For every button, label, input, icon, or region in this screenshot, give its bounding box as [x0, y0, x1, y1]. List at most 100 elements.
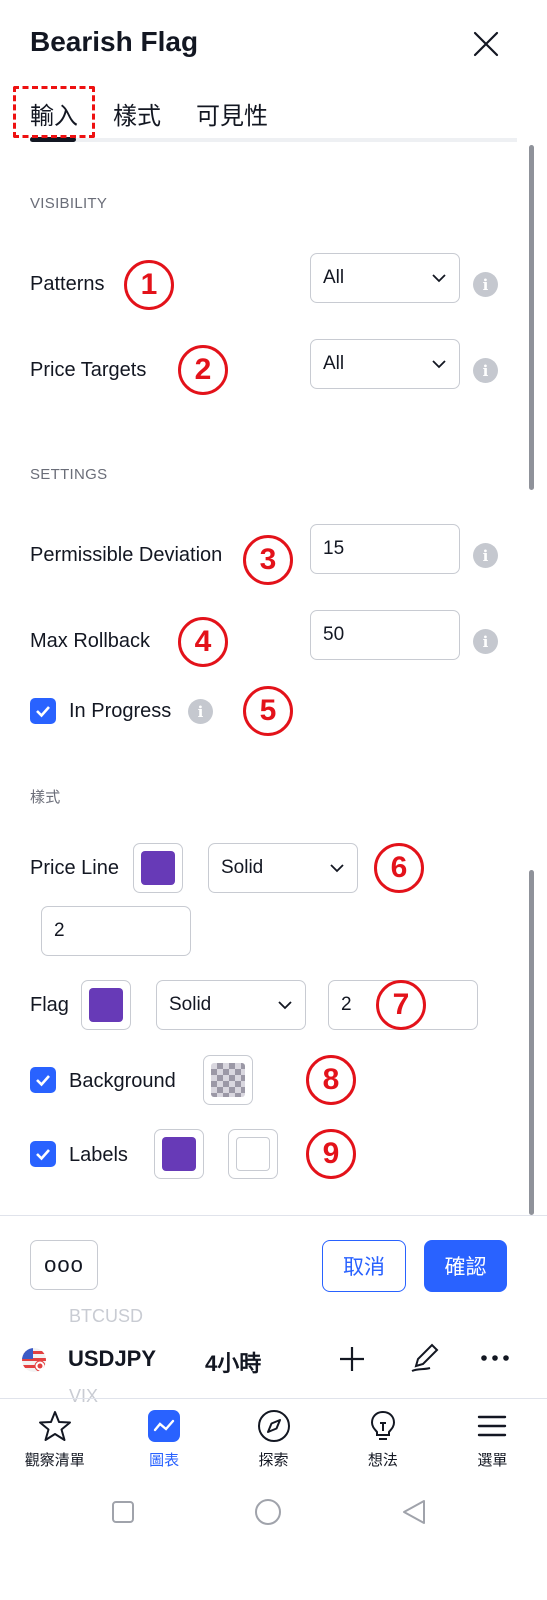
prev-symbol: BTCUSD	[69, 1306, 144, 1326]
lightbulb-icon	[370, 1410, 395, 1440]
highlight-box	[13, 86, 95, 138]
marker-badge-4: 4	[178, 617, 228, 667]
section-visibility-heading: VISIBILITY	[30, 195, 108, 212]
chevron-down-icon	[432, 274, 446, 283]
labels-label: Labels	[69, 1144, 128, 1166]
footer-divider	[0, 1215, 547, 1216]
nav-item-chart[interactable]: 圖表	[109, 1399, 218, 1488]
menu-icon	[478, 1415, 507, 1437]
price-targets-label: Price Targets	[30, 359, 147, 381]
back-icon[interactable]	[400, 1498, 428, 1526]
price-targets-select[interactable]: All	[310, 339, 460, 389]
section-style-heading: 樣式	[30, 789, 61, 806]
marker-badge-3: 3	[243, 535, 293, 585]
chevron-down-icon	[330, 864, 344, 873]
info-icon[interactable]: i	[473, 272, 498, 297]
flag-color-button[interactable]	[81, 980, 131, 1030]
chevron-down-icon	[278, 1001, 292, 1010]
labels-checkbox[interactable]	[30, 1141, 56, 1167]
in-progress-label: In Progress	[69, 700, 172, 722]
checkmark-icon	[36, 1149, 50, 1161]
chevron-down-icon	[432, 360, 446, 369]
background-checkbox[interactable]	[30, 1067, 56, 1093]
tab-style[interactable]: 樣式	[113, 96, 161, 131]
dialog-title: Bearish Flag	[30, 26, 199, 57]
scrollbar-thumb[interactable]	[529, 870, 534, 1215]
background-color-button[interactable]	[203, 1055, 253, 1105]
info-icon[interactable]: i	[188, 699, 213, 724]
permissible-deviation-label: Permissible Deviation	[30, 544, 223, 566]
max-rollback-value: 50	[323, 624, 345, 645]
patterns-label: Patterns	[30, 273, 105, 295]
chart-icon	[148, 1410, 181, 1442]
marker-badge-2: 2	[178, 345, 228, 395]
price-line-width-input[interactable]: 2	[41, 906, 191, 956]
ticker-bar: USDJPY 4小時	[0, 1330, 547, 1386]
marker-badge-1: 1	[124, 260, 174, 310]
info-icon[interactable]: i	[473, 543, 498, 568]
patterns-select[interactable]: All	[310, 253, 460, 303]
in-progress-checkbox[interactable]	[30, 698, 56, 724]
nav-label: 選單	[477, 1452, 508, 1469]
home-icon[interactable]	[254, 1498, 282, 1526]
max-rollback-label: Max Rollback	[30, 630, 151, 652]
nav-item-explore[interactable]: 探索	[219, 1399, 328, 1488]
compass-icon	[257, 1410, 290, 1442]
symbol-button[interactable]: USDJPY	[68, 1346, 156, 1372]
price-line-color-swatch	[141, 851, 175, 885]
info-icon[interactable]: i	[473, 629, 498, 654]
marker-badge-8: 8	[306, 1055, 356, 1105]
interval-button[interactable]: 4小時	[205, 1346, 261, 1378]
bottom-nav: 觀察清單 圖表 探索 想法 選單	[0, 1398, 547, 1488]
price-line-label: Price Line	[30, 857, 119, 879]
recent-apps-icon[interactable]	[111, 1500, 135, 1524]
confirm-button[interactable]: 確認	[424, 1240, 507, 1292]
more-options-button[interactable]: ooo	[30, 1240, 98, 1290]
checkmark-icon	[36, 706, 50, 718]
labels-text-color-button[interactable]	[228, 1129, 278, 1179]
price-targets-select-value: All	[323, 353, 345, 374]
patterns-select-value: All	[323, 267, 345, 288]
close-button[interactable]	[470, 28, 502, 60]
nav-label: 想法	[367, 1452, 398, 1469]
more-icon[interactable]	[480, 1348, 510, 1368]
marker-badge-9: 9	[306, 1129, 356, 1179]
marker-badge-5: 5	[243, 686, 293, 736]
star-icon	[38, 1411, 71, 1441]
add-icon[interactable]	[338, 1345, 366, 1373]
section-settings-heading: SETTINGS	[30, 466, 108, 483]
nav-item-ideas[interactable]: 想法	[328, 1399, 437, 1488]
nav-label: 探索	[258, 1452, 289, 1469]
marker-badge-7: 7	[376, 980, 426, 1030]
tab-visibility[interactable]: 可見性	[196, 96, 268, 131]
flag-style-select[interactable]: Solid	[156, 980, 306, 1030]
flag-width-value: 2	[341, 994, 352, 1015]
info-icon[interactable]: i	[473, 358, 498, 383]
cancel-button[interactable]: 取消	[322, 1240, 406, 1292]
permissible-deviation-value: 15	[323, 538, 345, 559]
nav-item-watchlist[interactable]: 觀察清單	[0, 1399, 109, 1488]
labels-color-button[interactable]	[154, 1129, 204, 1179]
close-icon	[473, 31, 499, 57]
permissible-deviation-input[interactable]: 15	[310, 524, 460, 574]
labels-text-color-swatch	[236, 1137, 270, 1171]
scrollbar-thumb[interactable]	[529, 145, 534, 490]
flag-style-value: Solid	[169, 994, 212, 1015]
price-line-style-select[interactable]: Solid	[208, 843, 358, 893]
transparent-swatch	[211, 1063, 245, 1097]
background-label: Background	[69, 1070, 176, 1092]
checkmark-icon	[36, 1075, 50, 1087]
nav-item-menu[interactable]: 選單	[438, 1399, 547, 1488]
price-line-color-button[interactable]	[133, 843, 183, 893]
flag-icon	[22, 1348, 46, 1372]
price-line-width-value: 2	[54, 920, 65, 941]
price-line-style-value: Solid	[221, 857, 264, 878]
pen-icon[interactable]	[408, 1340, 442, 1374]
tab-track	[30, 138, 517, 142]
labels-color-swatch	[162, 1137, 196, 1171]
marker-badge-6: 6	[374, 843, 424, 893]
nav-label: 圖表	[149, 1452, 180, 1469]
flag-color-swatch	[89, 988, 123, 1022]
nav-label: 觀察清單	[24, 1452, 85, 1469]
max-rollback-input[interactable]: 50	[310, 610, 460, 660]
